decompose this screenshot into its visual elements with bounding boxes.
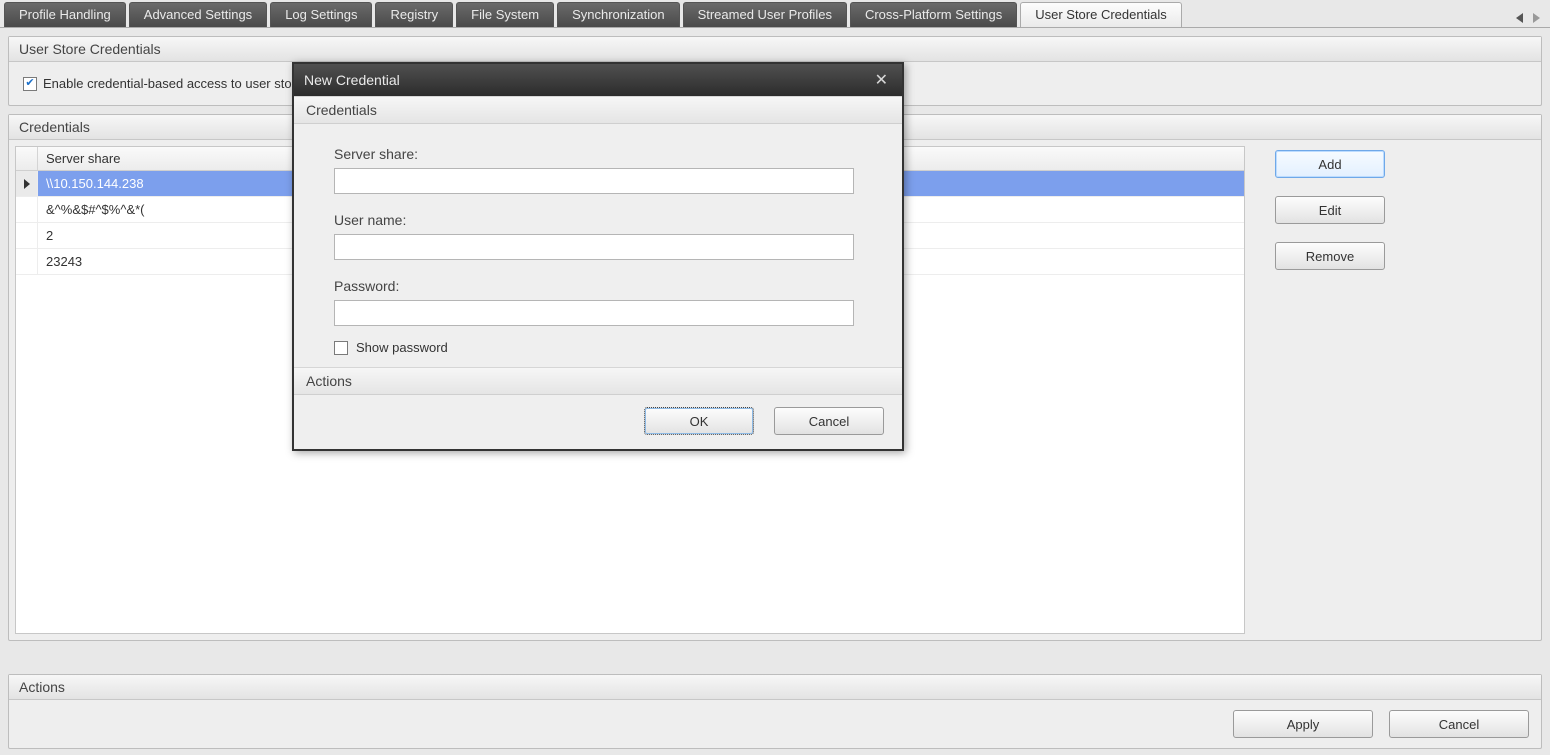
dialog-title: New Credential — [304, 72, 400, 88]
tab-advanced-settings[interactable]: Advanced Settings — [129, 2, 267, 27]
cell-server-share: &^%&$#^$%^&*( — [38, 199, 153, 220]
enable-credential-checkbox[interactable] — [23, 77, 37, 91]
show-password-row[interactable]: Show password — [334, 340, 862, 355]
page-actions-header: Actions — [9, 675, 1541, 700]
dialog-credentials-header: Credentials — [294, 97, 902, 124]
row-indicator-icon — [24, 179, 30, 189]
username-input[interactable] — [334, 234, 854, 260]
close-icon[interactable]: ✕ — [871, 70, 892, 90]
tab-user-store-credentials[interactable]: User Store Credentials — [1020, 2, 1182, 27]
row-indicator-cell — [16, 223, 38, 248]
tabs-bar: Profile Handling Advanced Settings Log S… — [0, 0, 1550, 28]
tab-profile-handling[interactable]: Profile Handling — [4, 2, 126, 27]
remove-button[interactable]: Remove — [1275, 242, 1385, 270]
tab-synchronization[interactable]: Synchronization — [557, 2, 680, 27]
table-col-server-share[interactable]: Server share — [38, 147, 128, 170]
tab-scroll-arrows — [1510, 9, 1546, 27]
tab-registry[interactable]: Registry — [375, 2, 453, 27]
dialog-actions-group: Actions OK Cancel — [294, 367, 902, 449]
ok-button[interactable]: OK — [644, 407, 754, 435]
add-button[interactable]: Add — [1275, 150, 1385, 178]
username-label: User name: — [334, 212, 862, 228]
row-indicator-cell — [16, 249, 38, 274]
row-indicator-cell — [16, 171, 38, 196]
table-gutter-header — [16, 147, 38, 170]
tab-file-system[interactable]: File System — [456, 2, 554, 27]
dialog-cancel-button[interactable]: Cancel — [774, 407, 884, 435]
server-share-input[interactable] — [334, 168, 854, 194]
password-input[interactable] — [334, 300, 854, 326]
password-label: Password: — [334, 278, 862, 294]
dialog-actions-header: Actions — [294, 368, 902, 395]
tab-cross-platform-settings[interactable]: Cross-Platform Settings — [850, 2, 1017, 27]
new-credential-dialog: New Credential ✕ Credentials Server shar… — [292, 62, 904, 451]
tab-log-settings[interactable]: Log Settings — [270, 2, 372, 27]
cancel-button[interactable]: Cancel — [1389, 710, 1529, 738]
show-password-checkbox[interactable] — [334, 341, 348, 355]
dialog-titlebar[interactable]: New Credential ✕ — [294, 64, 902, 96]
cell-server-share: \\10.150.144.238 — [38, 173, 152, 194]
apply-button[interactable]: Apply — [1233, 710, 1373, 738]
dialog-credentials-group: Credentials Server share: User name: Pas… — [294, 96, 902, 367]
server-share-label: Server share: — [334, 146, 862, 162]
tab-scroll-left-icon[interactable] — [1516, 13, 1523, 23]
cell-server-share: 2 — [38, 225, 61, 246]
tab-streamed-user-profiles[interactable]: Streamed User Profiles — [683, 2, 847, 27]
show-password-label: Show password — [356, 340, 448, 355]
credentials-side-buttons: Add Edit Remove — [1275, 146, 1535, 634]
page-actions-group: Actions Apply Cancel — [8, 674, 1542, 749]
edit-button[interactable]: Edit — [1275, 196, 1385, 224]
enable-credential-label: Enable credential-based access to user s… — [43, 76, 310, 91]
tab-scroll-right-icon[interactable] — [1533, 13, 1540, 23]
group-header: User Store Credentials — [9, 37, 1541, 62]
row-indicator-cell — [16, 197, 38, 222]
cell-server-share: 23243 — [38, 251, 90, 272]
